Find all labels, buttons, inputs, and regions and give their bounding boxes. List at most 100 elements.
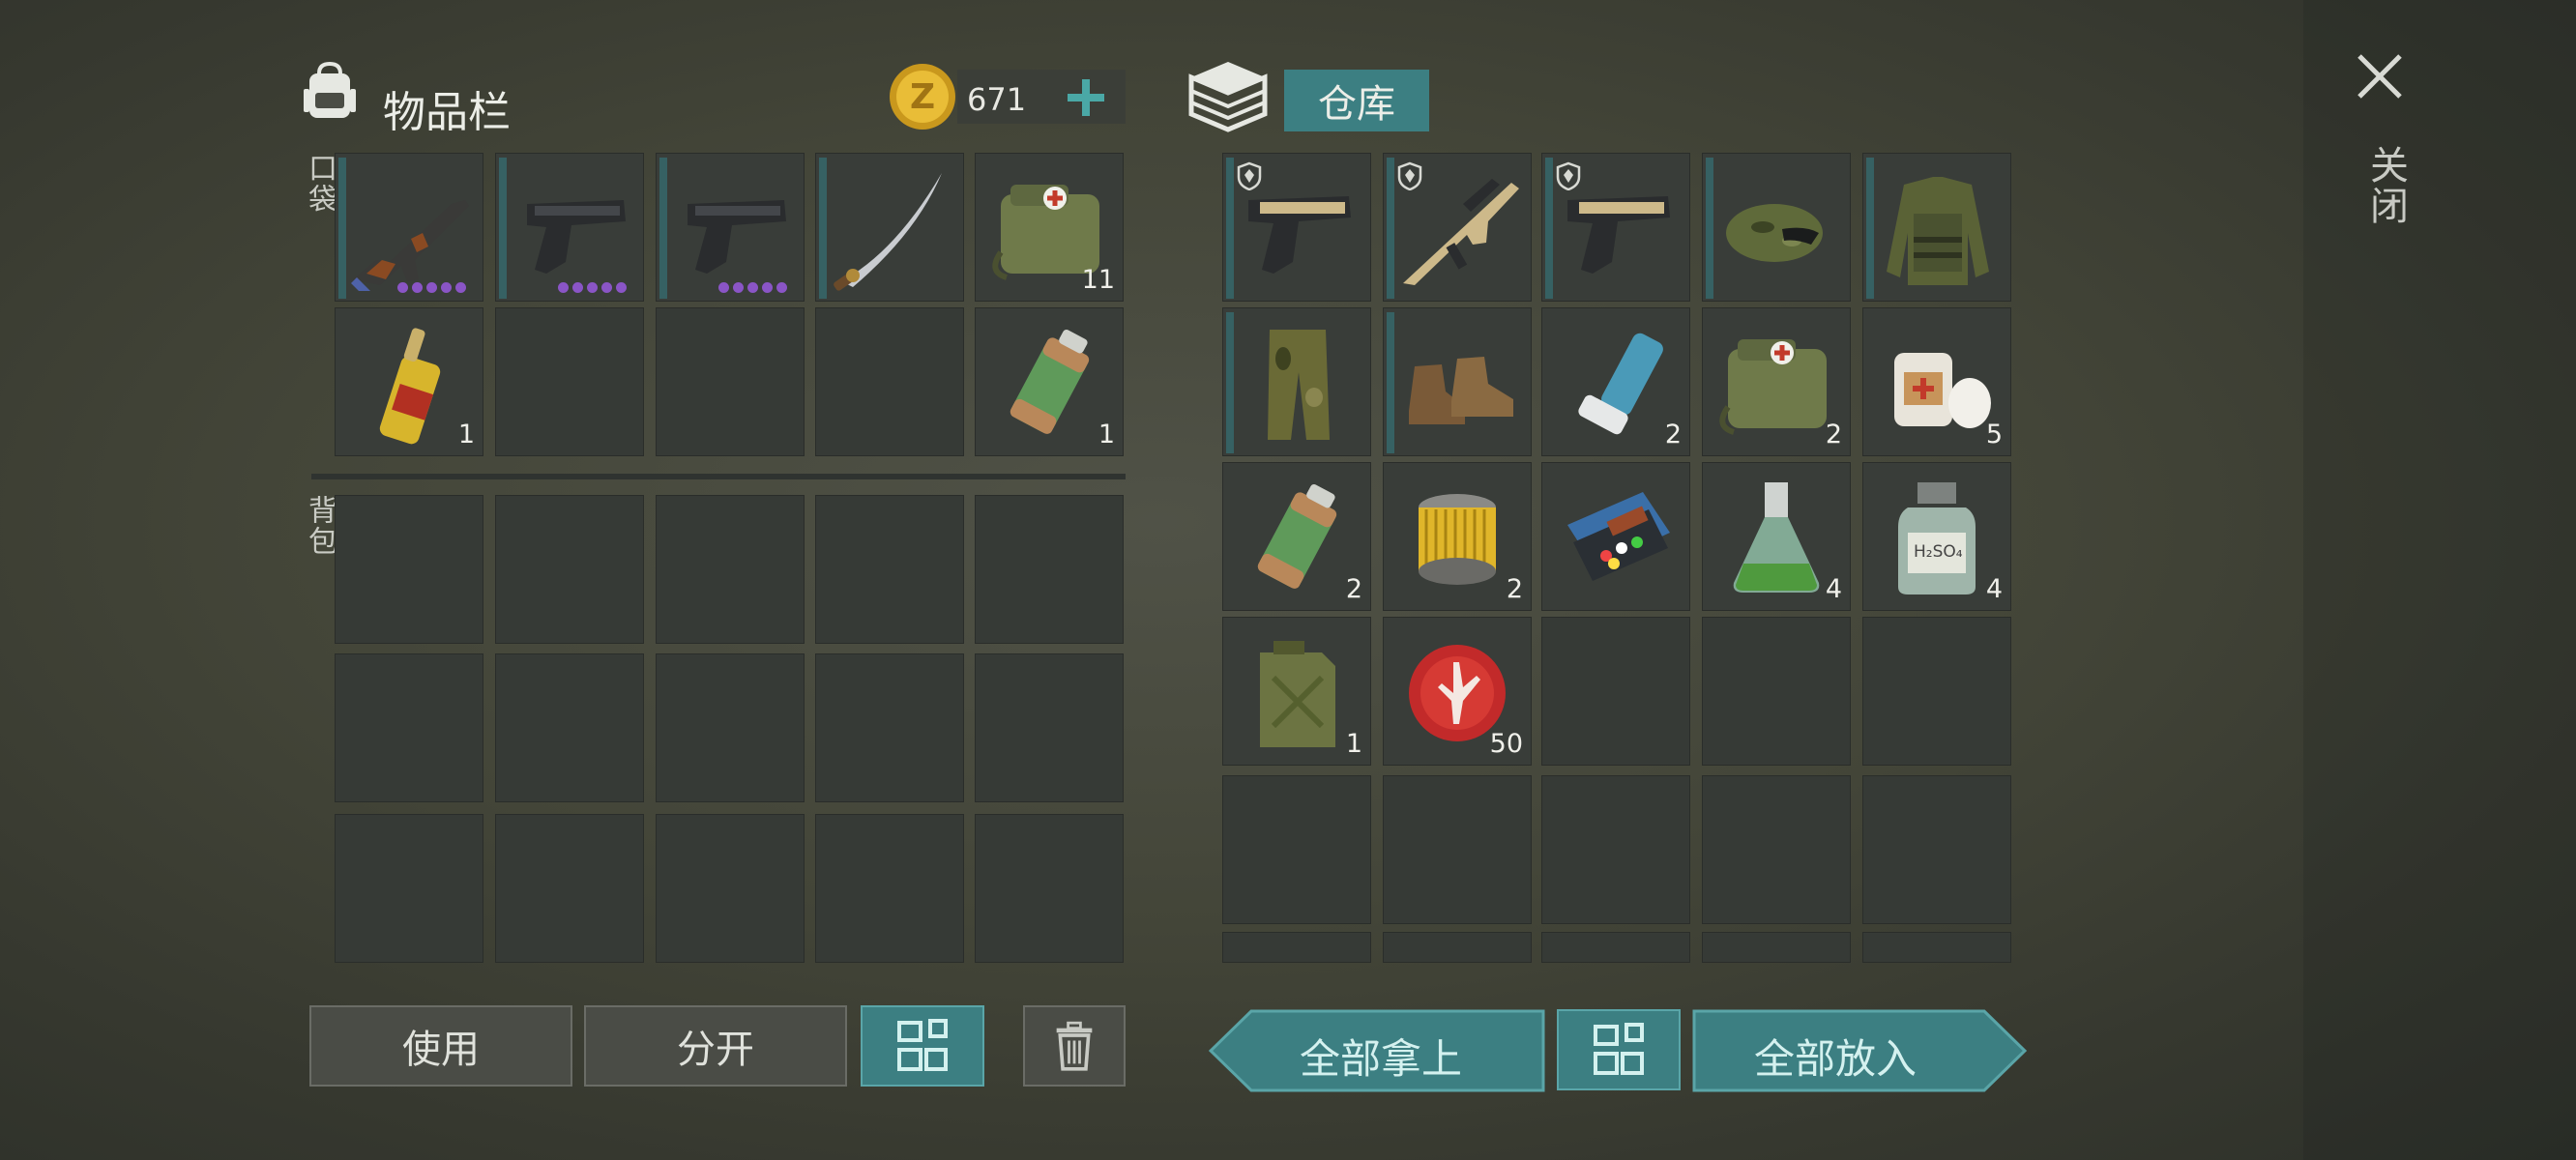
inventory-slot[interactable]: [1222, 775, 1371, 924]
inventory-slot[interactable]: 2: [1383, 462, 1532, 611]
durability-bar: [1387, 158, 1394, 299]
inventory-slot[interactable]: 1: [335, 307, 483, 456]
tab-storage[interactable]: 仓库: [1284, 70, 1429, 131]
trash-icon: [1056, 1021, 1093, 1071]
lock-shield-icon: [1556, 161, 1581, 190]
inventory-slot[interactable]: [1222, 153, 1371, 302]
durability-bar: [1226, 158, 1234, 299]
inventory-slot[interactable]: H₂SO₄ 4: [1862, 462, 2011, 611]
durability-bar: [1226, 312, 1234, 453]
inventory-slot[interactable]: [335, 495, 483, 644]
durability-bar: [659, 158, 667, 299]
inventory-slot[interactable]: [1702, 775, 1851, 924]
inventory-slot[interactable]: [335, 153, 483, 302]
inventory-slot[interactable]: [656, 653, 805, 802]
inventory-slot[interactable]: [975, 814, 1124, 963]
durability-bar: [819, 158, 827, 299]
inventory-slot[interactable]: [495, 653, 644, 802]
inventory-slot[interactable]: [495, 495, 644, 644]
inventory-slot[interactable]: [1862, 932, 2011, 963]
item-count: 2: [1345, 574, 1362, 604]
inventory-slot[interactable]: [1222, 307, 1371, 456]
inventory-slot[interactable]: [495, 307, 644, 456]
inventory-slot[interactable]: 2: [1702, 307, 1851, 456]
camo-jacket-icon: [1887, 177, 1989, 285]
inventory-slot[interactable]: [815, 495, 964, 644]
durability-bar: [499, 158, 507, 299]
inventory-slot[interactable]: [1541, 932, 1690, 963]
inventory-slot[interactable]: [1383, 153, 1532, 302]
inventory-slot[interactable]: [656, 495, 805, 644]
item-count: 2: [1664, 420, 1682, 450]
coin-amount: 671: [967, 81, 1027, 118]
ak-rifle-icon: [351, 200, 469, 291]
item-count: 2: [1825, 420, 1842, 450]
inventory-slot[interactable]: [1862, 775, 2011, 924]
durability-bar: [1866, 158, 1874, 299]
item-count: 4: [1985, 574, 2003, 604]
inventory-slot[interactable]: 2: [1222, 462, 1371, 611]
inventory-slot[interactable]: [975, 653, 1124, 802]
pill-case-icon: [1567, 492, 1670, 581]
inventory-slot[interactable]: 1: [975, 307, 1124, 456]
inventory-slot[interactable]: 2: [1541, 307, 1690, 456]
close-label[interactable]: 关闭: [2357, 145, 2414, 226]
inventory-slot[interactable]: 50: [1383, 617, 1532, 766]
inventory-slot[interactable]: [656, 307, 805, 456]
inventory-slot[interactable]: [1383, 932, 1532, 963]
take-all-button[interactable]: 全部拿上: [1209, 1009, 1545, 1092]
inventory-slot[interactable]: [335, 814, 483, 963]
inventory-slot[interactable]: [1541, 775, 1690, 924]
put-all-button[interactable]: 全部放入: [1692, 1009, 2027, 1092]
inventory-slot[interactable]: [495, 814, 644, 963]
bandage-icon: [1894, 353, 1991, 428]
item-count: 5: [1985, 420, 2003, 450]
canister-icon: [1257, 483, 1337, 589]
inventory-slot[interactable]: 1: [1222, 617, 1371, 766]
canister-icon: [1010, 329, 1090, 434]
inventory-slot[interactable]: [1862, 153, 2011, 302]
sort-inventory-button[interactable]: [861, 1005, 984, 1087]
storage-title: 仓库: [1318, 82, 1395, 127]
inventory-slot[interactable]: [1702, 617, 1851, 766]
add-coins-button[interactable]: [1064, 75, 1108, 120]
inventory-title: 物品栏: [383, 88, 511, 137]
inventory-slot[interactable]: [975, 495, 1124, 644]
inventory-slot[interactable]: 11: [975, 153, 1124, 302]
svg-text:Z: Z: [910, 77, 935, 117]
pistol-icon: [688, 200, 786, 274]
inventory-slot[interactable]: [1383, 307, 1532, 456]
inventory-slot[interactable]: [815, 153, 964, 302]
inventory-slot[interactable]: 5: [1862, 307, 2011, 456]
split-button[interactable]: 分开: [584, 1005, 847, 1087]
inventory-slot[interactable]: [1541, 617, 1690, 766]
inventory-slot[interactable]: 4: [1702, 462, 1851, 611]
inventory-slot[interactable]: [656, 153, 805, 302]
inventory-slot[interactable]: [1541, 153, 1690, 302]
inventory-slot[interactable]: [495, 153, 644, 302]
item-count: 2: [1506, 574, 1523, 604]
durability-bar: [1545, 158, 1553, 299]
take-all-label: 全部拿上: [1300, 1035, 1463, 1083]
use-button[interactable]: 使用: [309, 1005, 572, 1087]
sort-storage-button[interactable]: [1557, 1009, 1681, 1090]
trash-button[interactable]: [1023, 1005, 1126, 1087]
inventory-slot[interactable]: [1222, 932, 1371, 963]
inventory-slot[interactable]: [815, 814, 964, 963]
inventory-slot[interactable]: [815, 307, 964, 456]
inventory-slot[interactable]: [1702, 153, 1851, 302]
close-button[interactable]: [2354, 50, 2406, 102]
katana-icon: [834, 173, 942, 291]
inventory-slot[interactable]: [1862, 617, 2011, 766]
inventory-slot[interactable]: [335, 653, 483, 802]
durability-bar: [1387, 312, 1394, 453]
inventory-slot[interactable]: [1383, 775, 1532, 924]
durability-bar: [1706, 158, 1713, 299]
flask-icon: [1733, 482, 1820, 593]
inventory-slot[interactable]: [815, 653, 964, 802]
inventory-slot[interactable]: [656, 814, 805, 963]
inventory-slot[interactable]: [1541, 462, 1690, 611]
pistol-icon: [527, 200, 626, 274]
inventory-slot[interactable]: [1702, 932, 1851, 963]
close-icon: [2357, 54, 2402, 99]
